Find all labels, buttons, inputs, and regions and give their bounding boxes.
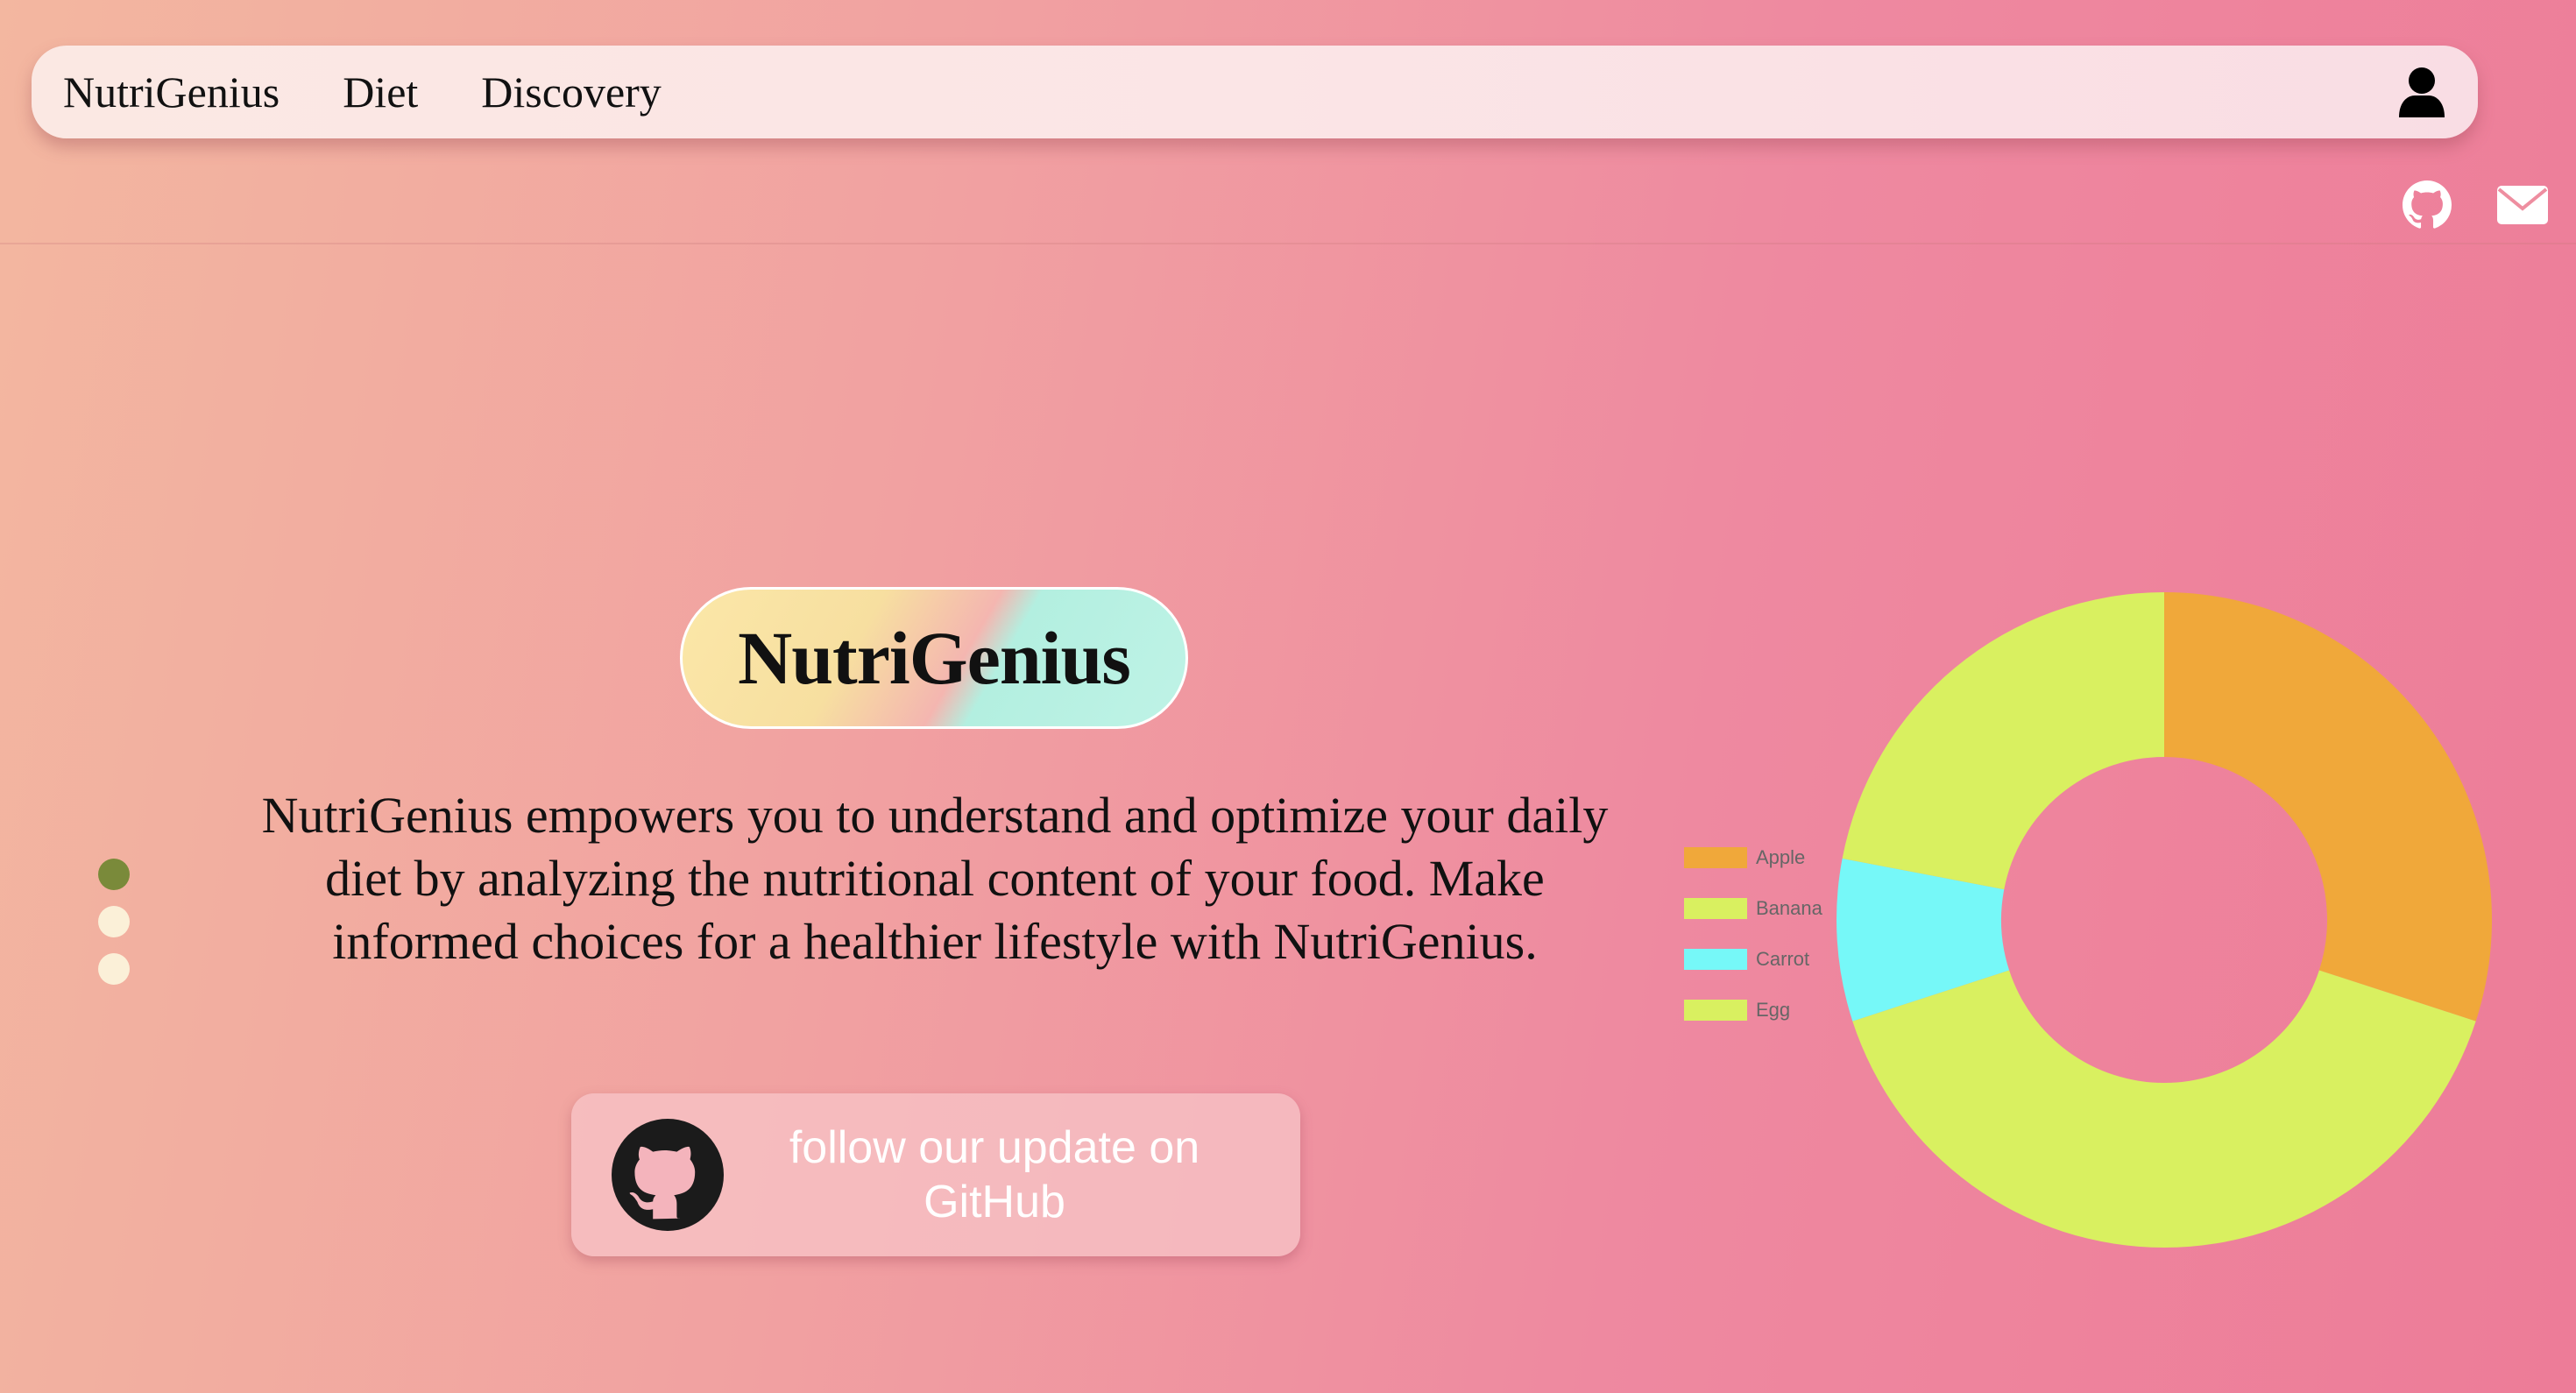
legend-item-banana[interactable]: Banana (1684, 883, 1822, 934)
github-icon (612, 1119, 724, 1231)
legend-item-carrot[interactable]: Carrot (1684, 934, 1822, 985)
hero-title: NutriGenius (738, 616, 1131, 700)
legend-label: Banana (1756, 897, 1822, 919)
legend-item-egg[interactable]: Egg (1684, 985, 1822, 1036)
slide-dot-2[interactable] (98, 906, 130, 937)
chart-legend: Apple Banana Carrot Egg (1684, 832, 1822, 1036)
legend-label: Apple (1756, 846, 1806, 868)
slide-dot-3[interactable] (98, 953, 130, 985)
user-icon[interactable] (2397, 67, 2446, 119)
legend-swatch (1684, 898, 1747, 919)
nav-brand-link[interactable]: NutriGenius (63, 67, 280, 117)
legend-swatch (1684, 949, 1747, 970)
doughnut-chart (1836, 592, 2492, 1248)
top-navbar: NutriGenius Diet Discovery (32, 46, 2478, 138)
chart-slice-banana[interactable] (1852, 970, 2476, 1248)
legend-item-apple[interactable]: Apple (1684, 832, 1822, 883)
mail-icon[interactable] (2497, 186, 2548, 224)
header-divider (0, 243, 2576, 244)
legend-label: Egg (1756, 999, 1791, 1021)
github-follow-label: follow our update on GitHub (789, 1122, 1200, 1227)
social-links (2403, 180, 2548, 230)
legend-label: Carrot (1756, 948, 1810, 970)
github-follow-button[interactable]: follow our update on GitHub (571, 1093, 1300, 1256)
chart-slice-apple[interactable] (2164, 592, 2492, 1022)
nav-link-diet[interactable]: Diet (343, 67, 418, 117)
slide-dot-1[interactable] (98, 859, 130, 890)
hero-tagline: NutriGenius empowers you to understand a… (261, 787, 1609, 970)
legend-swatch (1684, 847, 1747, 868)
github-icon[interactable] (2403, 180, 2452, 230)
slide-indicator (98, 859, 130, 985)
nav-link-discovery[interactable]: Discovery (481, 67, 662, 117)
chart-slice-egg[interactable] (1842, 592, 2164, 890)
legend-swatch (1684, 1000, 1747, 1021)
hero-title-badge: NutriGenius (680, 587, 1188, 729)
